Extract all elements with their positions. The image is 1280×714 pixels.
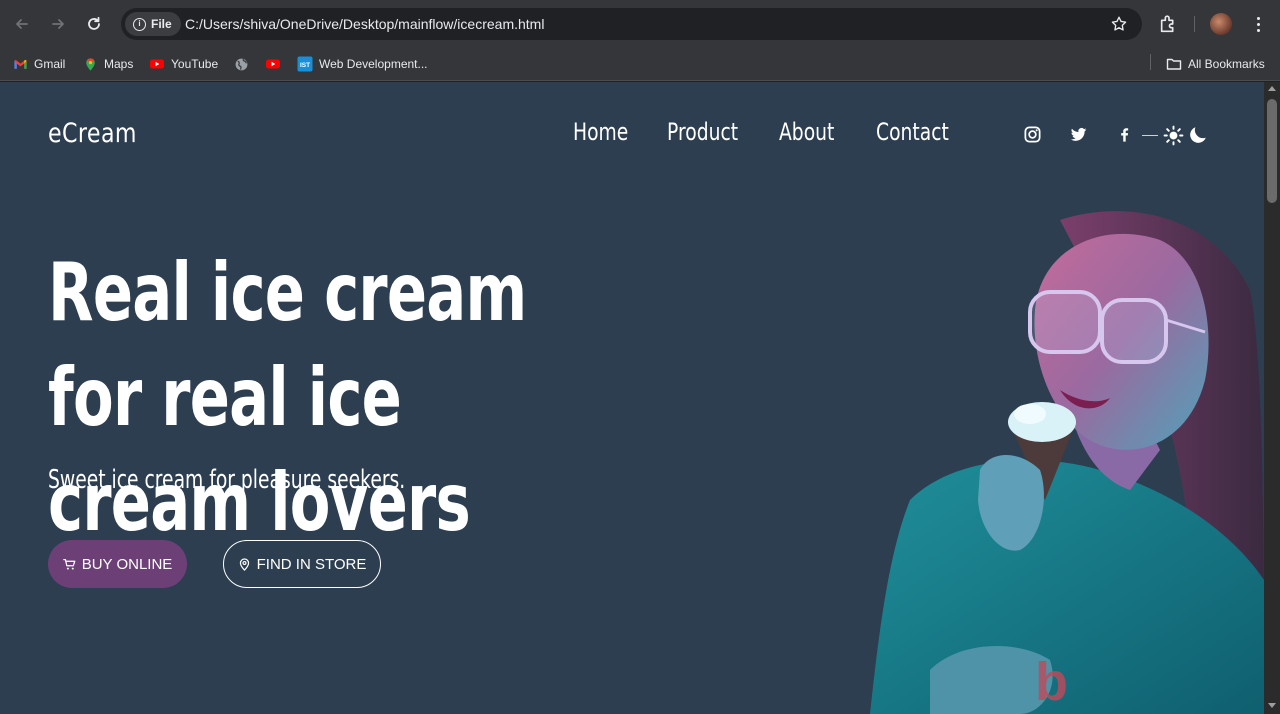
bookmarks-divider [1150,54,1151,70]
forward-button[interactable] [46,12,70,36]
file-chip-label: File [151,17,172,31]
brand-logo[interactable]: eCream [48,118,137,149]
hero-title: Real ice cream for real ice cream lovers [48,246,527,549]
hero-subtitle: Sweet ice cream for pleasure seekers. [48,465,406,495]
toggle-divider [1142,134,1158,136]
sun-icon[interactable] [1163,125,1184,146]
ist-icon: IST [297,56,313,72]
gmail-icon [12,56,28,72]
bookmark-label: YouTube [171,57,219,71]
nav-product[interactable]: Product [667,118,738,146]
bookmarks-bar: Gmail Maps YouTube IST Web Development..… [0,48,1280,81]
address-bar[interactable]: i File C:/Users/shiva/OneDrive/Desktop/m… [121,8,1142,40]
bookmark-star-icon[interactable] [1110,15,1128,33]
scroll-thumb[interactable] [1267,99,1277,203]
profile-avatar[interactable] [1210,13,1232,35]
find-in-store-label: FIND IN STORE [256,555,367,573]
bookmark-globe[interactable] [233,53,249,75]
bookmark-gmail[interactable]: Gmail [12,53,65,75]
arrow-right-icon [52,19,64,29]
facebook-icon[interactable] [1114,124,1134,144]
reload-icon [88,16,100,30]
buy-online-label: BUY ONLINE [81,555,173,573]
instagram-icon[interactable] [1022,124,1042,144]
scroll-down-arrow-icon[interactable] [1268,703,1276,708]
extensions-icon[interactable] [1158,13,1180,35]
url-text[interactable]: C:/Users/shiva/OneDrive/Desktop/mainflow… [185,16,544,32]
bookmark-label: Web Development... [319,57,428,71]
youtube-icon [265,56,281,72]
page-viewport: eCream Home Product About Contact Real i… [0,82,1264,714]
twitter-icon[interactable] [1068,124,1088,144]
back-button[interactable] [10,12,34,36]
svg-text:IST: IST [300,62,310,69]
all-bookmarks-label: All Bookmarks [1188,57,1265,71]
browser-toolbar: i File C:/Users/shiva/OneDrive/Desktop/m… [0,0,1280,48]
location-pin-icon [239,557,249,571]
youtube-icon [149,56,165,72]
folder-icon [1166,56,1182,72]
svg-text:b: b [1035,652,1068,712]
reload-button[interactable] [82,12,106,36]
info-icon: i [133,17,146,31]
bookmark-maps[interactable]: Maps [82,53,133,75]
theme-toggle[interactable] [1142,124,1209,146]
find-in-store-button[interactable]: FIND IN STORE [223,540,381,588]
nav-home[interactable]: Home [573,118,628,146]
nav-about[interactable]: About [779,118,834,146]
all-bookmarks-button[interactable]: All Bookmarks [1166,53,1265,75]
cart-icon [62,558,76,570]
buy-online-button[interactable]: BUY ONLINE [48,540,187,588]
menu-icon[interactable] [1250,12,1266,36]
toolbar-divider [1194,16,1195,32]
globe-icon [233,56,249,72]
bookmark-label: Gmail [34,57,66,71]
maps-icon [82,56,98,72]
nav-contact[interactable]: Contact [876,118,949,146]
site-info-chip[interactable]: i File [125,12,181,36]
arrow-left-icon [16,19,28,29]
bookmark-label: Maps [104,57,134,71]
bookmark-youtube[interactable]: YouTube [149,53,218,75]
moon-icon[interactable] [1187,124,1209,146]
page-scrollbar[interactable] [1264,82,1280,714]
scroll-up-arrow-icon[interactable] [1268,86,1276,91]
bookmark-youtube-2[interactable] [265,53,281,75]
hero-woman-ice-cream-image: b [870,211,1264,714]
bookmark-web-development[interactable]: IST Web Development... [297,53,428,75]
